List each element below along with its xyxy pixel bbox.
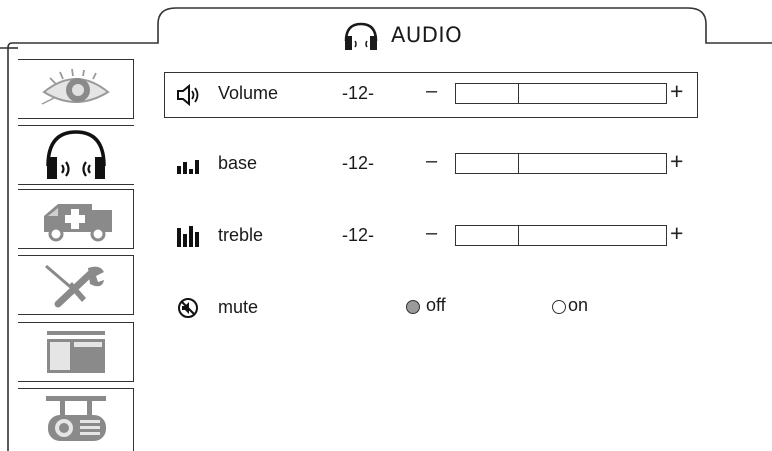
- treble-row[interactable]: treble -12- – +: [176, 220, 696, 252]
- volume-slider[interactable]: [455, 83, 667, 104]
- sidebar-item-projector[interactable]: [18, 388, 134, 451]
- sidebar-item-layout[interactable]: [18, 322, 134, 382]
- base-value: -12-: [342, 153, 375, 173]
- base-slider[interactable]: [455, 153, 667, 174]
- sidebar-item-emergency[interactable]: [18, 189, 134, 249]
- volume-slider-fill: [456, 84, 519, 103]
- window-title: AUDIO: [391, 23, 463, 47]
- ceiling-projector-icon: [45, 396, 106, 441]
- sidebar-item-audio[interactable]: [18, 125, 134, 185]
- tools-icon: [44, 264, 104, 308]
- base-label: base: [218, 153, 258, 173]
- bass-bars-icon: [177, 160, 199, 174]
- eye-icon: [41, 68, 110, 105]
- mute-icon: [178, 298, 198, 318]
- base-increase-button[interactable]: +: [670, 148, 683, 175]
- mute-off-radio[interactable]: [406, 300, 420, 314]
- treble-label: treble: [218, 225, 264, 245]
- treble-bars-icon: [177, 226, 199, 247]
- base-decrease-button[interactable]: –: [426, 150, 437, 173]
- treble-increase-button[interactable]: +: [670, 220, 683, 247]
- treble-slider-fill: [456, 226, 519, 245]
- treble-decrease-button[interactable]: –: [426, 222, 437, 245]
- speaker-icon: [177, 84, 199, 106]
- mute-on-label: on: [568, 295, 589, 315]
- volume-increase-button[interactable]: +: [670, 78, 683, 105]
- base-row[interactable]: base -12- – +: [176, 148, 696, 180]
- treble-value: -12-: [342, 225, 375, 245]
- sidebar-item-setup[interactable]: [18, 255, 134, 315]
- mute-row[interactable]: mute off on: [176, 294, 696, 324]
- window-layout-icon: [46, 331, 105, 373]
- ambulance-icon: [43, 204, 112, 242]
- mute-off-label: off: [426, 295, 446, 315]
- volume-row[interactable]: Volume -12- – +: [176, 78, 696, 110]
- mute-on-radio[interactable]: [552, 300, 566, 314]
- volume-decrease-button[interactable]: –: [426, 80, 437, 103]
- headphones-icon: [46, 130, 106, 179]
- mute-label: mute: [218, 297, 259, 317]
- volume-value: -12-: [342, 83, 375, 103]
- sidebar-item-picture[interactable]: [18, 59, 134, 119]
- base-slider-fill: [456, 154, 519, 173]
- volume-label: Volume: [218, 83, 279, 103]
- headphones-icon: [344, 22, 378, 50]
- treble-slider[interactable]: [455, 225, 667, 246]
